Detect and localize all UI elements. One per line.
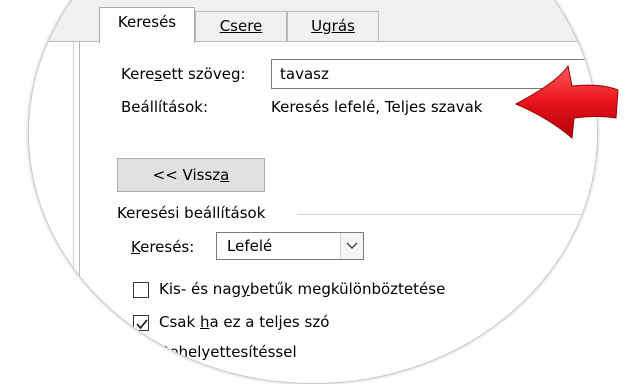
back-button[interactable]: << Vissza bbox=[117, 158, 265, 192]
wildcards-checkbox[interactable] bbox=[133, 345, 149, 361]
direction-select[interactable]: Lefelé bbox=[216, 232, 364, 260]
left-separator bbox=[73, 42, 74, 383]
tab-replace-label: Csere bbox=[219, 17, 263, 35]
match-case-label: Kis- és nagybetűk megkülönböztetése bbox=[159, 280, 446, 298]
settings-value: Keresés lefelé, Teljes szavak bbox=[271, 98, 483, 116]
wildcards-label: Behelyettesítéssel bbox=[159, 343, 297, 361]
tab-strip: Keresés Csere Ugrás bbox=[29, 1, 597, 43]
whole-word-checkbox[interactable] bbox=[133, 315, 149, 331]
find-replace-dialog: Keresés Csere Ugrás Keresett szöveg: tav… bbox=[29, 1, 597, 383]
tab-replace[interactable]: Csere bbox=[195, 11, 287, 41]
direction-select-value: Lefelé bbox=[227, 237, 273, 255]
search-text-value: tavasz bbox=[280, 65, 329, 83]
settings-label: Beállítások: bbox=[121, 98, 209, 116]
left-margin bbox=[29, 42, 79, 383]
tab-goto[interactable]: Ugrás bbox=[287, 11, 379, 41]
check-icon bbox=[136, 319, 148, 330]
chevron-down-icon[interactable] bbox=[340, 233, 363, 259]
direction-label: Keresés: bbox=[131, 238, 195, 256]
search-options-title: Keresési beállítások bbox=[117, 204, 266, 222]
magnifier-lens: Keresés Csere Ugrás Keresett szöveg: tav… bbox=[28, 0, 598, 384]
search-text-label: Keresett szöveg: bbox=[121, 65, 246, 83]
tab-search-label: Keresés bbox=[117, 13, 177, 31]
group-divider bbox=[297, 214, 597, 215]
match-case-checkbox[interactable] bbox=[133, 282, 149, 298]
red-arrow-icon bbox=[514, 64, 619, 140]
tab-goto-label: Ugrás bbox=[311, 17, 355, 35]
tab-search[interactable]: Keresés bbox=[99, 7, 195, 43]
whole-word-label: Csak ha ez a teljes szó bbox=[159, 313, 330, 331]
